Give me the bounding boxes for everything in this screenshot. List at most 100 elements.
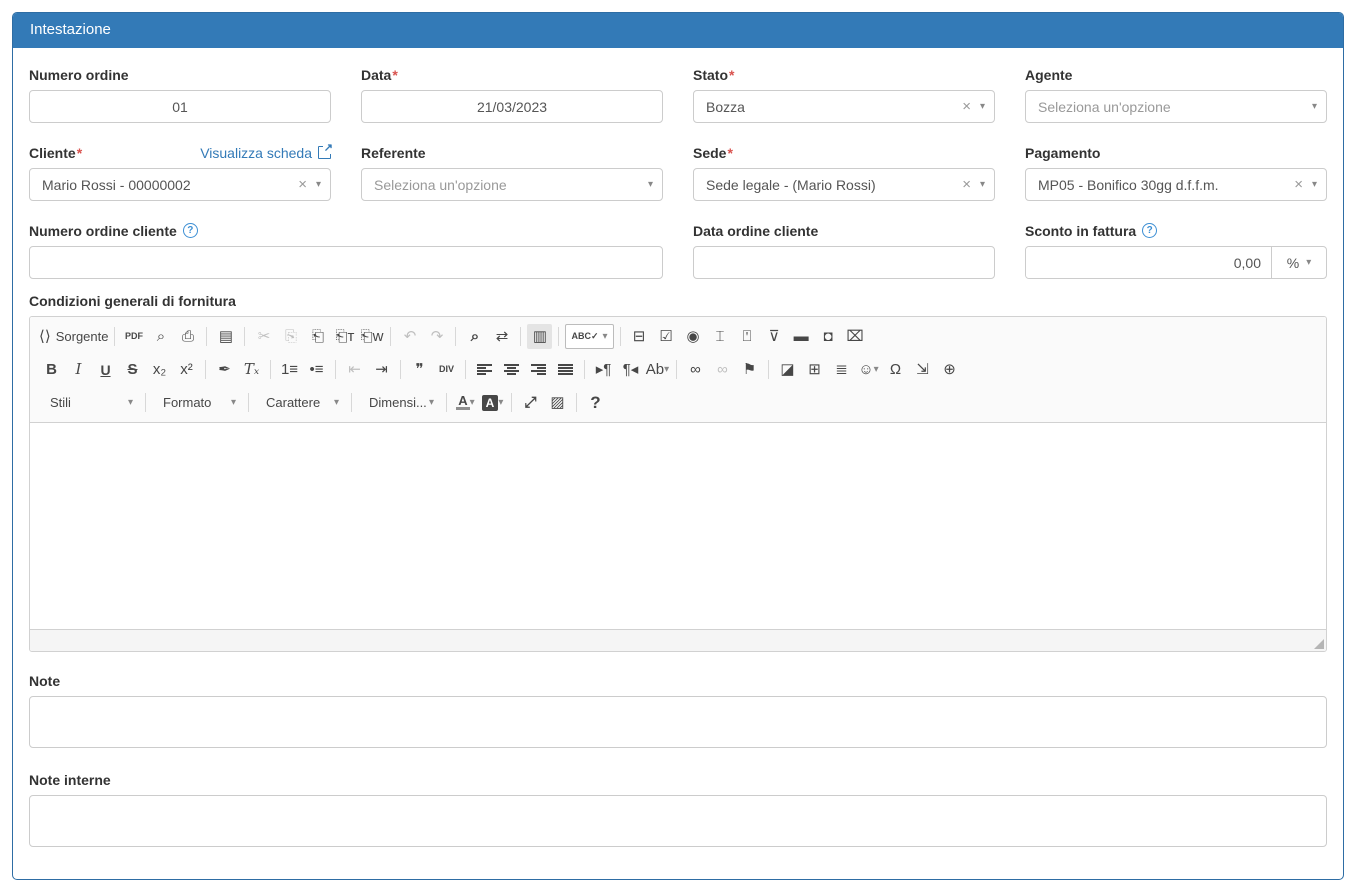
paste-as-text-button[interactable]: ⎗ᴛ (332, 324, 357, 349)
numero-ordine-cliente-input[interactable] (29, 246, 663, 279)
subscript-button[interactable]: x₂ (147, 357, 172, 382)
field-cliente: Cliente* Visualizza scheda Mario Rossi -… (29, 144, 331, 201)
underline-button[interactable]: U (93, 357, 118, 382)
image-button-button[interactable]: ◘ (816, 324, 841, 349)
copy-formatting-icon: ✒ (218, 362, 231, 377)
smiley-button[interactable]: ☺▾ (856, 357, 881, 382)
field-referente: Referente Seleziona un'opzione ▾ (361, 144, 663, 201)
field-sede: Sede* Sede legale - (Mario Rossi) × ▾ (693, 144, 995, 201)
select-all-button[interactable]: ▥ (527, 324, 552, 349)
pagamento-select[interactable]: MP05 - Bonifico 30gg d.f.f.m. × ▾ (1025, 168, 1327, 201)
clear-icon[interactable]: × (1285, 176, 1312, 193)
editor-bottom-bar (30, 629, 1326, 651)
remove-format-button[interactable]: Tₓ (239, 357, 264, 382)
textarea-field-button[interactable]: ⍞ (735, 324, 760, 349)
text-field-button[interactable]: ⌶ (708, 324, 733, 349)
find-button[interactable]: ⌕ (462, 324, 487, 349)
blockquote-button[interactable]: ❞ (407, 357, 432, 382)
toolbar-separator (676, 360, 677, 379)
text-color-button[interactable]: A▾ (453, 390, 478, 415)
button-field-button[interactable]: ▬ (789, 324, 814, 349)
paste-from-word-button[interactable]: ⎗ᴡ (359, 324, 384, 349)
clear-icon[interactable]: × (953, 176, 980, 193)
redo-button: ↷ (424, 324, 449, 349)
hidden-field-button[interactable]: ⌧ (843, 324, 868, 349)
sconto-unit-select[interactable]: % ▾ (1271, 247, 1326, 278)
note-textarea[interactable] (29, 696, 1327, 748)
chevron-down-icon: ▾ (1312, 179, 1317, 190)
note-interne-textarea[interactable] (29, 795, 1327, 847)
form-button[interactable]: ⊟ (627, 324, 652, 349)
format-label: Formato (163, 395, 211, 410)
data-ordine-cliente-input[interactable] (693, 246, 995, 279)
styles-combo[interactable]: Stili▾ (39, 390, 139, 415)
chevron-down-icon: ▾ (429, 397, 434, 408)
visualizza-scheda-link[interactable]: Visualizza scheda (200, 145, 331, 161)
cliente-select[interactable]: Mario Rossi - 00000002 × ▾ (29, 168, 331, 201)
replace-button[interactable]: ⇄ (489, 324, 514, 349)
bidi-rtl-icon: ¶◂ (623, 362, 639, 377)
checkbox-button[interactable]: ☑ (654, 324, 679, 349)
font-combo[interactable]: Carattere▾ (255, 390, 345, 415)
copy-formatting-button[interactable]: ✒ (212, 357, 237, 382)
help-icon[interactable]: ? (1142, 223, 1157, 238)
numero-ordine-input[interactable] (29, 90, 331, 123)
blockquote-icon: ❞ (415, 362, 423, 377)
toolbar-separator (584, 360, 585, 379)
export-pdf-button[interactable]: PDF (121, 324, 146, 349)
align-left-button[interactable] (472, 357, 497, 382)
table-button[interactable]: ⊞ (802, 357, 827, 382)
language-button[interactable]: Ab▾ (645, 357, 670, 382)
source-button[interactable]: ⟨⟩Sorgente (39, 324, 108, 349)
preview-button[interactable]: ⌕ (148, 324, 173, 349)
agente-select[interactable]: Seleziona un'opzione ▾ (1025, 90, 1327, 123)
bold-button[interactable]: B (39, 357, 64, 382)
horizontal-rule-button[interactable]: ≣ (829, 357, 854, 382)
templates-button[interactable]: ▤ (213, 324, 238, 349)
numbered-list-button[interactable]: 1≡ (277, 357, 302, 382)
clear-icon[interactable]: × (953, 98, 980, 115)
link-button[interactable]: ∞ (683, 357, 708, 382)
visualizza-scheda-label: Visualizza scheda (200, 145, 312, 161)
bidi-rtl-button[interactable]: ¶◂ (618, 357, 643, 382)
sede-select[interactable]: Sede legale - (Mario Rossi) × ▾ (693, 168, 995, 201)
page-break-button[interactable]: ⇲ (910, 357, 935, 382)
create-div-icon: DIV (439, 365, 454, 374)
anchor-button[interactable]: ⚑ (737, 357, 762, 382)
subscript-icon: x₂ (153, 362, 166, 377)
align-justify-button[interactable] (553, 357, 578, 382)
print-button[interactable]: ⎙ (175, 324, 200, 349)
strikethrough-button[interactable]: S (120, 357, 145, 382)
resize-grip[interactable] (1314, 639, 1324, 649)
bulleted-list-button[interactable]: •≡ (304, 357, 329, 382)
referente-select[interactable]: Seleziona un'opzione ▾ (361, 168, 663, 201)
align-right-button[interactable] (526, 357, 551, 382)
paste-button[interactable]: ⎗ (305, 324, 330, 349)
select-field-button[interactable]: ⊽ (762, 324, 787, 349)
maximize-button[interactable]: ⤢ (518, 390, 543, 415)
show-blocks-button[interactable]: ▨ (545, 390, 570, 415)
data-input[interactable] (361, 90, 663, 123)
superscript-button[interactable]: x² (174, 357, 199, 382)
bidi-ltr-button[interactable]: ▸¶ (591, 357, 616, 382)
font-size-combo[interactable]: Dimensi...▾ (358, 390, 440, 415)
special-char-button[interactable]: Ω (883, 357, 908, 382)
background-color-button[interactable]: A▾ (480, 390, 505, 415)
spell-check-button[interactable]: ABC✓▾ (565, 324, 613, 349)
about-button[interactable]: ? (583, 390, 608, 415)
iframe-button[interactable]: ⊕ (937, 357, 962, 382)
help-icon[interactable]: ? (183, 223, 198, 238)
sconto-input[interactable] (1026, 247, 1271, 278)
font-label: Carattere (266, 395, 320, 410)
indent-button[interactable]: ⇥ (369, 357, 394, 382)
image-button[interactable]: ◪ (775, 357, 800, 382)
create-div-button[interactable]: DIV (434, 357, 459, 382)
align-center-button[interactable] (499, 357, 524, 382)
link-icon: ∞ (690, 362, 701, 377)
italic-button[interactable]: I (66, 357, 91, 382)
radio-button-button[interactable]: ◉ (681, 324, 706, 349)
stato-select[interactable]: Bozza × ▾ (693, 90, 995, 123)
format-combo[interactable]: Formato▾ (152, 390, 242, 415)
editor-content-area[interactable] (30, 423, 1326, 629)
clear-icon[interactable]: × (289, 176, 316, 193)
